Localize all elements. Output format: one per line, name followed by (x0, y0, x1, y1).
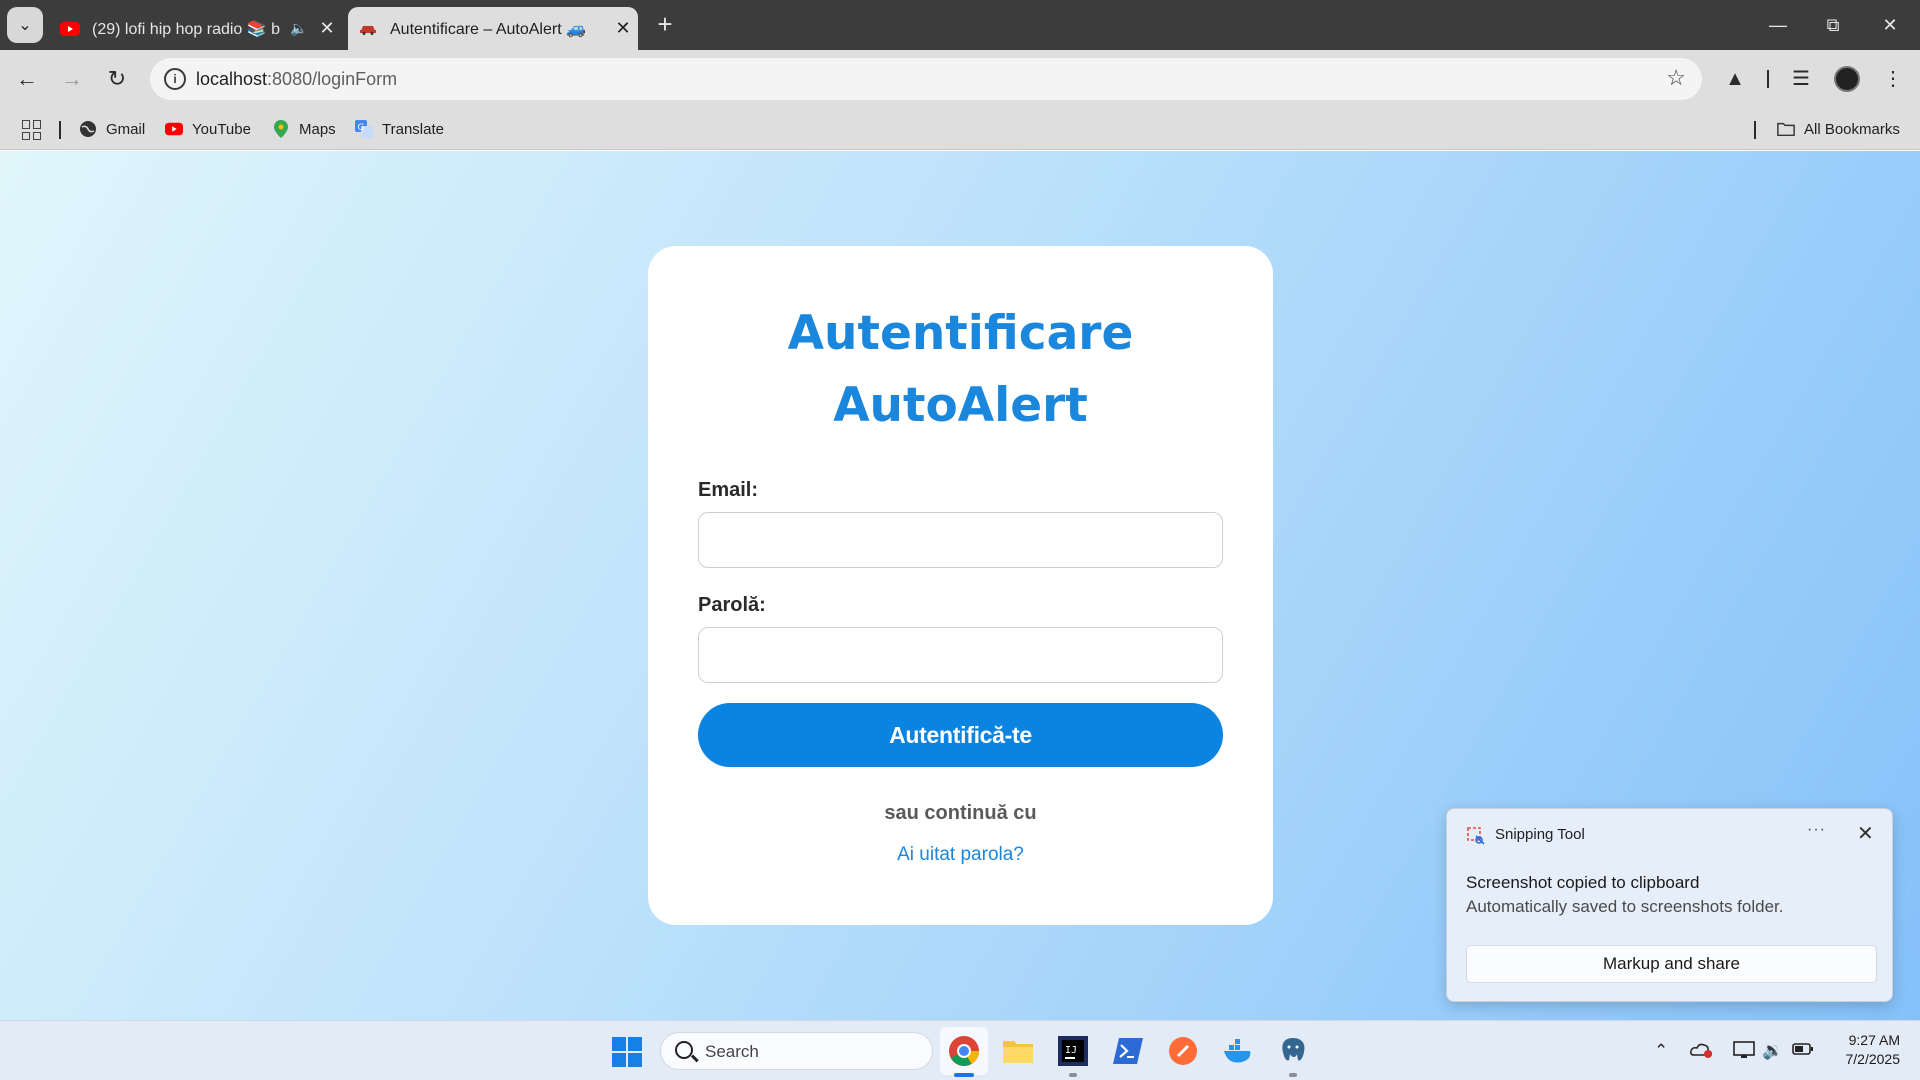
notification-close-icon[interactable]: ✕ (1857, 821, 1874, 846)
bookmark-youtube[interactable]: YouTube (165, 116, 251, 142)
running-indicator (1289, 1073, 1297, 1077)
taskbar-search-box[interactable]: Search (660, 1032, 933, 1070)
translate-icon: G (355, 120, 373, 138)
apps-grid-icon[interactable] (22, 120, 42, 140)
profile-avatar[interactable] (1834, 66, 1860, 92)
onedrive-error-icon[interactable] (1690, 1041, 1714, 1064)
markup-and-share-button[interactable]: Markup and share (1466, 945, 1877, 983)
bookmark-gmail[interactable]: Gmail (79, 116, 145, 142)
login-button[interactable]: Autentifică-te (698, 703, 1223, 767)
media-queue-icon[interactable]: ☰ (1784, 62, 1818, 96)
restore-icon[interactable]: ⧉ (1813, 8, 1853, 42)
bookmark-star-icon[interactable]: ☆ (1666, 65, 1686, 91)
network-icon[interactable] (1733, 1041, 1755, 1064)
tab-strip: ⌄ (29) lofi hip hop radio 📚 b 🔈 ✕ Autent… (0, 0, 1920, 50)
notification-app-name: Snipping Tool (1495, 826, 1585, 843)
kebab-menu-icon[interactable]: ⋮ (1876, 62, 1910, 96)
youtube-icon (165, 120, 183, 138)
notification-subtext: Automatically saved to screenshots folde… (1466, 897, 1784, 916)
car-icon (358, 21, 378, 37)
powershell-icon[interactable] (1110, 1033, 1146, 1069)
globe-icon (79, 120, 97, 138)
password-field[interactable] (698, 627, 1223, 683)
page-title: Autentificare AutoAlert (787, 306, 1134, 433)
taskbar-clock[interactable]: 9:27 AM 7/2/2025 (1820, 1031, 1901, 1069)
file-explorer-icon[interactable] (1000, 1033, 1036, 1069)
speaker-icon[interactable]: 🔈 (286, 20, 312, 37)
email-field[interactable] (698, 512, 1223, 568)
snipping-tool-notification: Snipping Tool ··· ✕ Screenshot copied to… (1446, 808, 1893, 1002)
search-icon (675, 1041, 693, 1059)
tab-autoalert[interactable]: Autentificare – AutoAlert 🚙 ✕ (348, 7, 638, 50)
new-tab-button[interactable]: + (650, 10, 680, 40)
tab-title: (29) lofi hip hop radio 📚 b (92, 20, 281, 38)
toolbar-divider (1767, 70, 1769, 88)
folder-icon (1777, 120, 1795, 138)
address-url[interactable]: localhost:8080/loginForm (196, 69, 397, 90)
chrome-icon[interactable] (946, 1033, 982, 1069)
chevron-down-icon: ⌄ (18, 17, 32, 34)
browser-toolbar: ← → ↻ i localhost:8080/loginForm ☆ ▲ ☰ ⋮ (0, 50, 1920, 108)
running-indicator (1069, 1073, 1077, 1077)
chevron-up-icon[interactable]: ⌃ (1654, 1041, 1668, 1061)
postman-icon[interactable] (1165, 1033, 1201, 1069)
battery-icon[interactable] (1792, 1041, 1814, 1061)
notification-heading: Screenshot copied to clipboard (1466, 873, 1700, 892)
window-close-icon[interactable]: ✕ (1870, 8, 1910, 42)
more-options-icon[interactable]: ··· (1807, 821, 1826, 839)
bookmarks-divider (1754, 121, 1756, 139)
forward-arrow-icon[interactable]: → (55, 62, 89, 96)
login-card: Autentificare AutoAlert Email: Parolă: A… (648, 246, 1273, 925)
bookmarks-divider (59, 121, 61, 139)
svg-text:G: G (358, 123, 365, 133)
intellij-icon[interactable]: IJ (1055, 1033, 1091, 1069)
close-tab-icon[interactable]: ✕ (312, 18, 342, 39)
youtube-icon (60, 21, 80, 37)
windows-start-icon[interactable] (612, 1037, 642, 1067)
alternative-login-text: sau continuă cu (884, 802, 1037, 824)
email-label: Email: (698, 479, 759, 501)
running-indicator (954, 1073, 974, 1077)
extensions-puzzle-icon[interactable]: ▲ (1718, 62, 1752, 96)
snipping-tool-icon (1467, 827, 1485, 845)
taskbar: Search IJ ⌃ 🔉 9:27 AM 7/2/2025 (0, 1020, 1920, 1080)
address-bar[interactable]: i localhost:8080/loginForm ☆ (150, 58, 1702, 100)
tab-title: Autentificare – AutoAlert 🚙 (390, 20, 587, 38)
bookmarks-bar: Gmail YouTube Maps G Translate All Bookm… (0, 108, 1920, 150)
site-info-icon[interactable]: i (164, 68, 186, 90)
close-tab-icon[interactable]: ✕ (608, 18, 638, 39)
reload-icon[interactable]: ↻ (100, 62, 134, 96)
postgresql-icon[interactable] (1275, 1033, 1311, 1069)
svg-text:IJ: IJ (1065, 1045, 1077, 1056)
all-bookmarks-button[interactable]: All Bookmarks (1777, 116, 1900, 142)
docker-icon[interactable] (1220, 1033, 1256, 1069)
forgot-password-link[interactable]: Ai uitat parola? (648, 844, 1273, 866)
back-arrow-icon[interactable]: ← (10, 62, 44, 96)
volume-icon[interactable]: 🔉 (1762, 1041, 1783, 1061)
password-label: Parolă: (698, 594, 766, 616)
tab-lofi-radio[interactable]: (29) lofi hip hop radio 📚 b 🔈 ✕ (52, 7, 342, 50)
tab-search-button[interactable]: ⌄ (7, 7, 43, 43)
maps-pin-icon (272, 120, 290, 138)
minimize-icon[interactable]: — (1758, 8, 1798, 42)
bookmark-translate[interactable]: G Translate (355, 116, 444, 142)
bookmark-maps[interactable]: Maps (272, 116, 336, 142)
